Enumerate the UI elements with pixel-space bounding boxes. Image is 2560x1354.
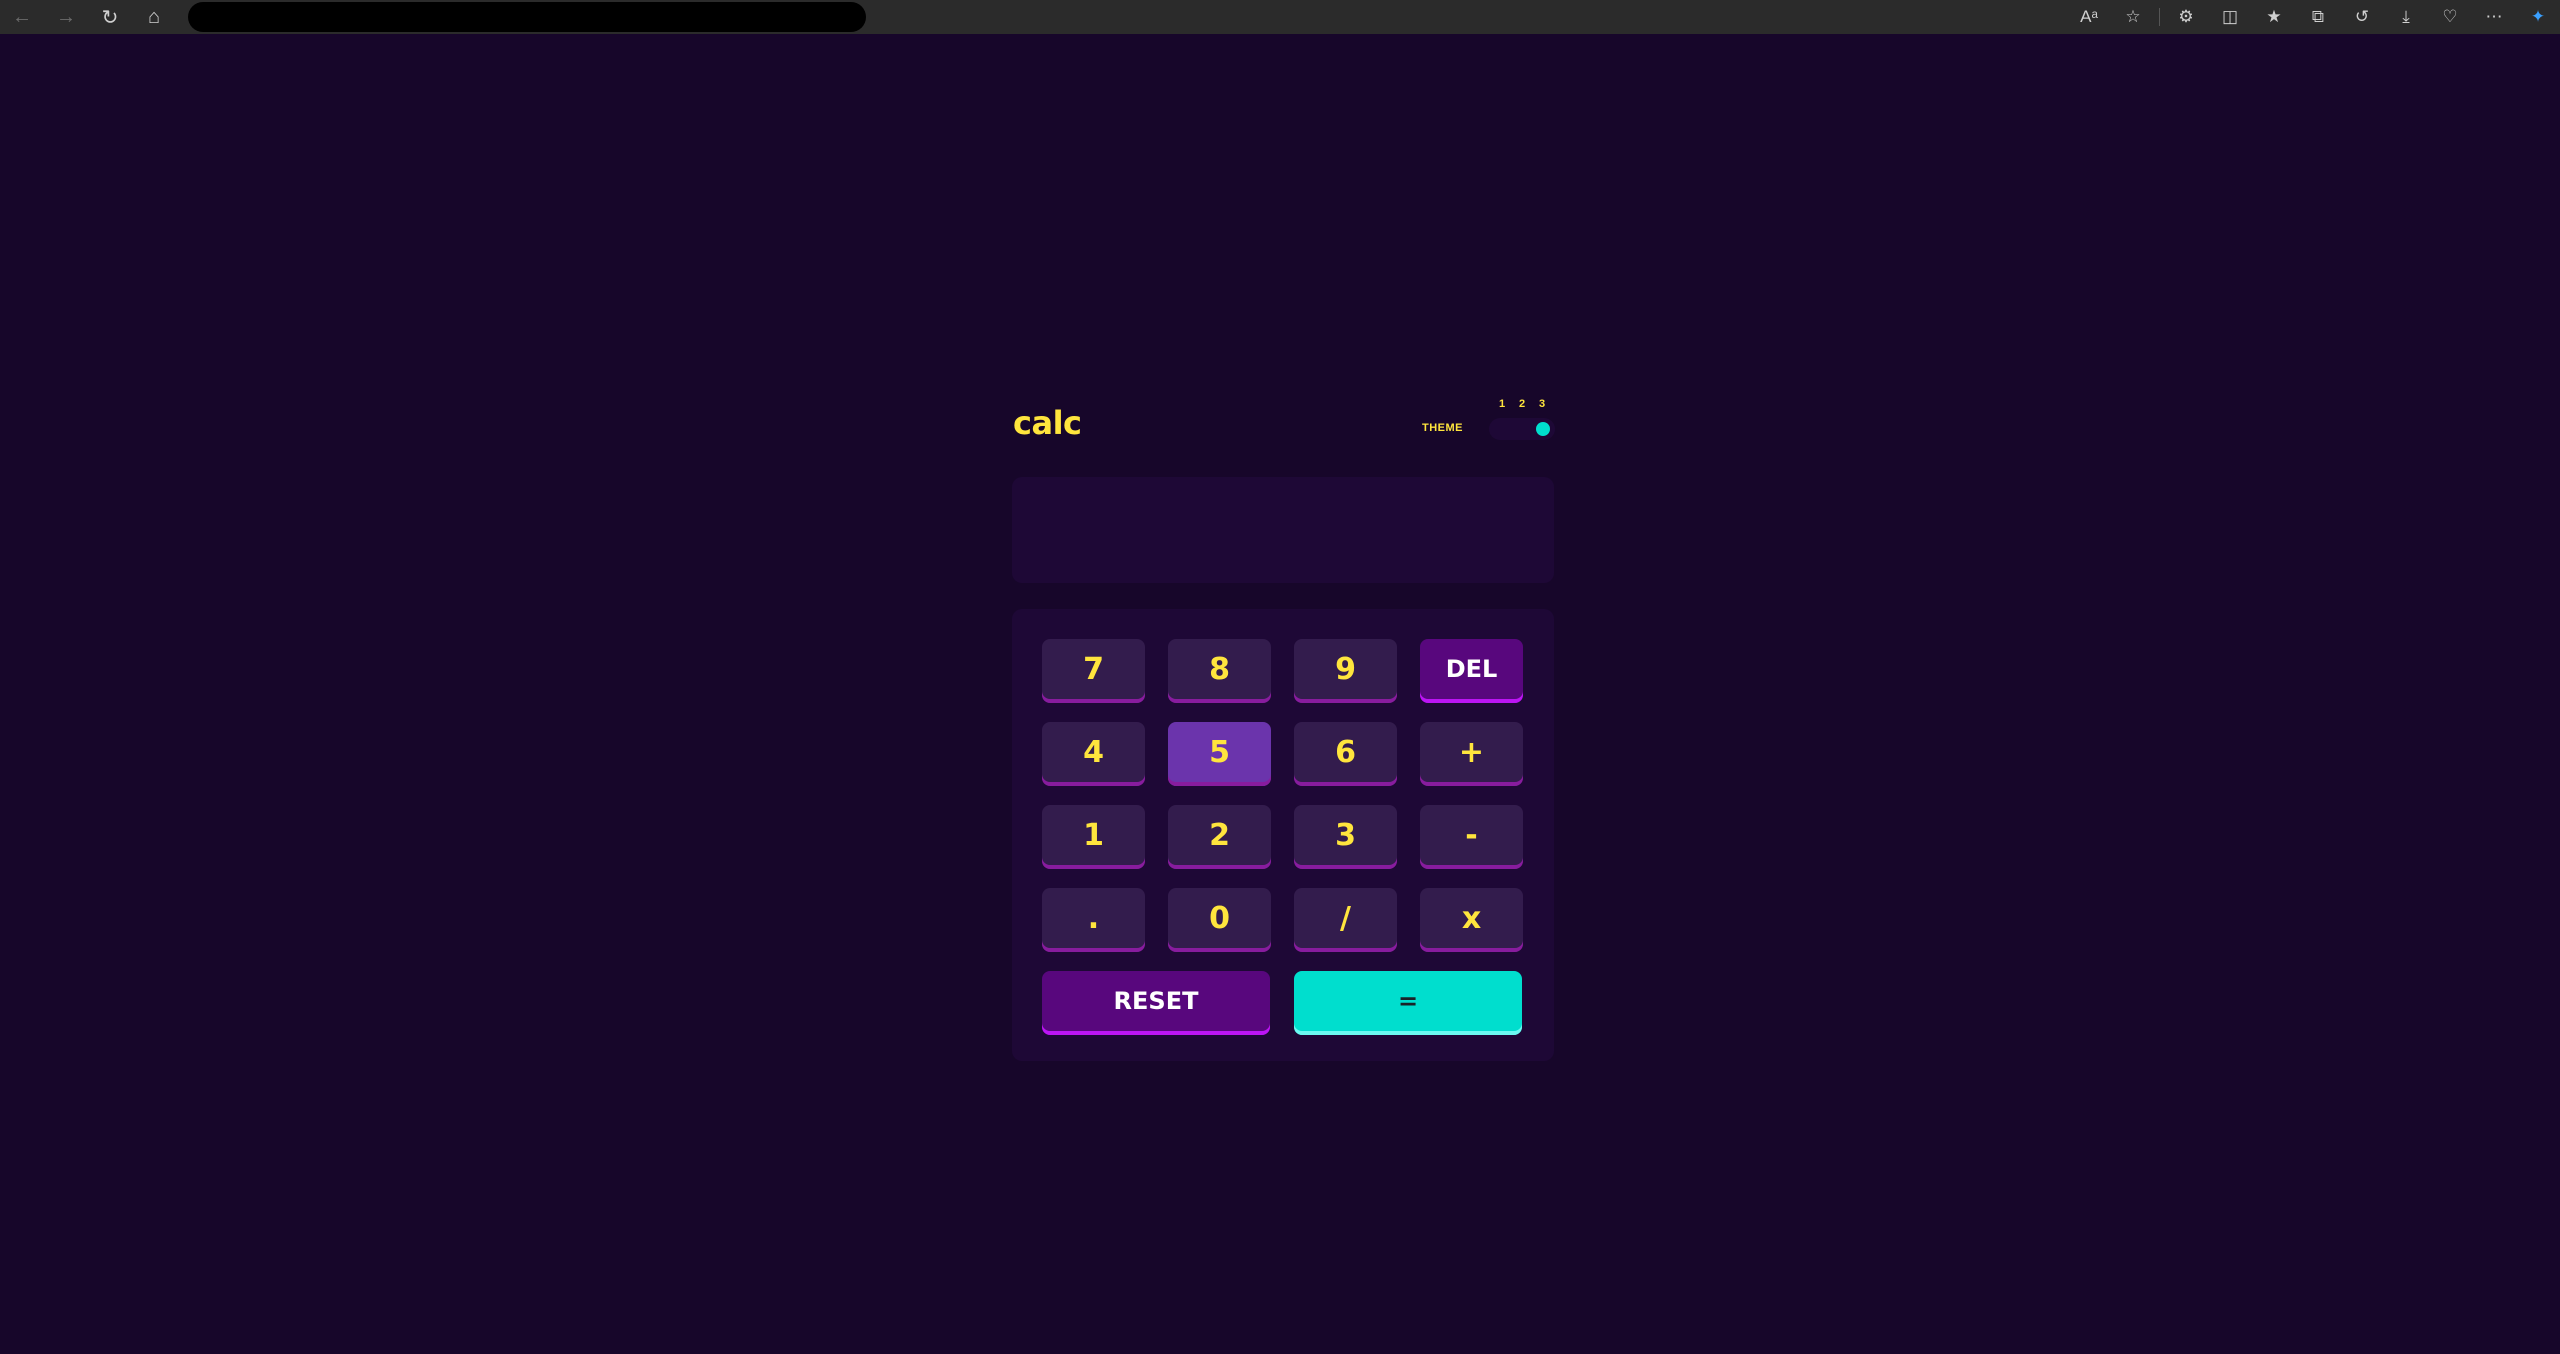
downloads-icon[interactable]: ⤓ [2384,0,2428,34]
home-icon[interactable]: ⌂ [132,0,176,34]
calculator-header: calc THEME 1 2 3 [1012,392,1555,462]
page-viewport: calc THEME 1 2 3 7 8 9 DEL 4 5 6 + 1 2 3… [3,36,2557,1354]
favorites-icon[interactable]: ★ [2252,0,2296,34]
extensions-icon[interactable]: ⚙ [2164,0,2208,34]
key-9[interactable]: 9 [1294,639,1397,703]
key-1[interactable]: 1 [1042,805,1145,869]
equals-button[interactable]: = [1294,971,1522,1035]
key-6[interactable]: 6 [1294,722,1397,786]
browser-toolbar: ← → ↻ ⌂ Aᵃ ☆ ⚙ ◫ ★ ⧉ ↺ ⤓ ♡ ⋯ ✦ [0,0,2560,34]
key-plus[interactable]: + [1420,722,1523,786]
collections-icon[interactable]: ⧉ [2296,0,2340,34]
forward-arrow-icon[interactable]: → [44,0,88,34]
key-3[interactable]: 3 [1294,805,1397,869]
key-2[interactable]: 2 [1168,805,1271,869]
key-decimal[interactable]: . [1042,888,1145,952]
theme-option-2[interactable]: 2 [1512,398,1532,410]
delete-button[interactable]: DEL [1420,639,1523,703]
refresh-icon[interactable]: ↻ [88,0,132,34]
address-bar[interactable] [188,2,866,32]
brand-logo: calc [1013,404,1082,442]
toolbar-divider [2159,8,2160,26]
split-screen-icon[interactable]: ◫ [2208,0,2252,34]
theme-option-3[interactable]: 3 [1532,398,1552,410]
key-7[interactable]: 7 [1042,639,1145,703]
copilot-icon[interactable]: ✦ [2516,0,2560,34]
key-multiply[interactable]: x [1420,888,1523,952]
read-aloud-icon[interactable]: Aᵃ [2067,0,2111,34]
key-0[interactable]: 0 [1168,888,1271,952]
key-divide[interactable]: / [1294,888,1397,952]
key-4[interactable]: 4 [1042,722,1145,786]
key-8[interactable]: 8 [1168,639,1271,703]
performance-icon[interactable]: ♡ [2428,0,2472,34]
back-arrow-icon[interactable]: ← [0,0,44,34]
key-minus[interactable]: - [1420,805,1523,869]
favorite-star-icon[interactable]: ☆ [2111,0,2155,34]
key-5[interactable]: 5 [1168,722,1271,786]
history-icon[interactable]: ↺ [2340,0,2384,34]
more-icon[interactable]: ⋯ [2472,0,2516,34]
theme-toggle-knob[interactable] [1536,422,1550,436]
calculator: calc THEME 1 2 3 7 8 9 DEL 4 5 6 + 1 2 3… [1012,392,1555,1061]
theme-option-1[interactable]: 1 [1492,398,1512,410]
theme-toggle[interactable] [1489,418,1555,440]
keypad: 7 8 9 DEL 4 5 6 + 1 2 3 - . 0 / x RESET … [1012,609,1554,1061]
calculator-display [1012,477,1554,583]
reset-button[interactable]: RESET [1042,971,1270,1035]
theme-options: 1 2 3 [1492,398,1552,410]
theme-label: THEME [1422,422,1463,434]
